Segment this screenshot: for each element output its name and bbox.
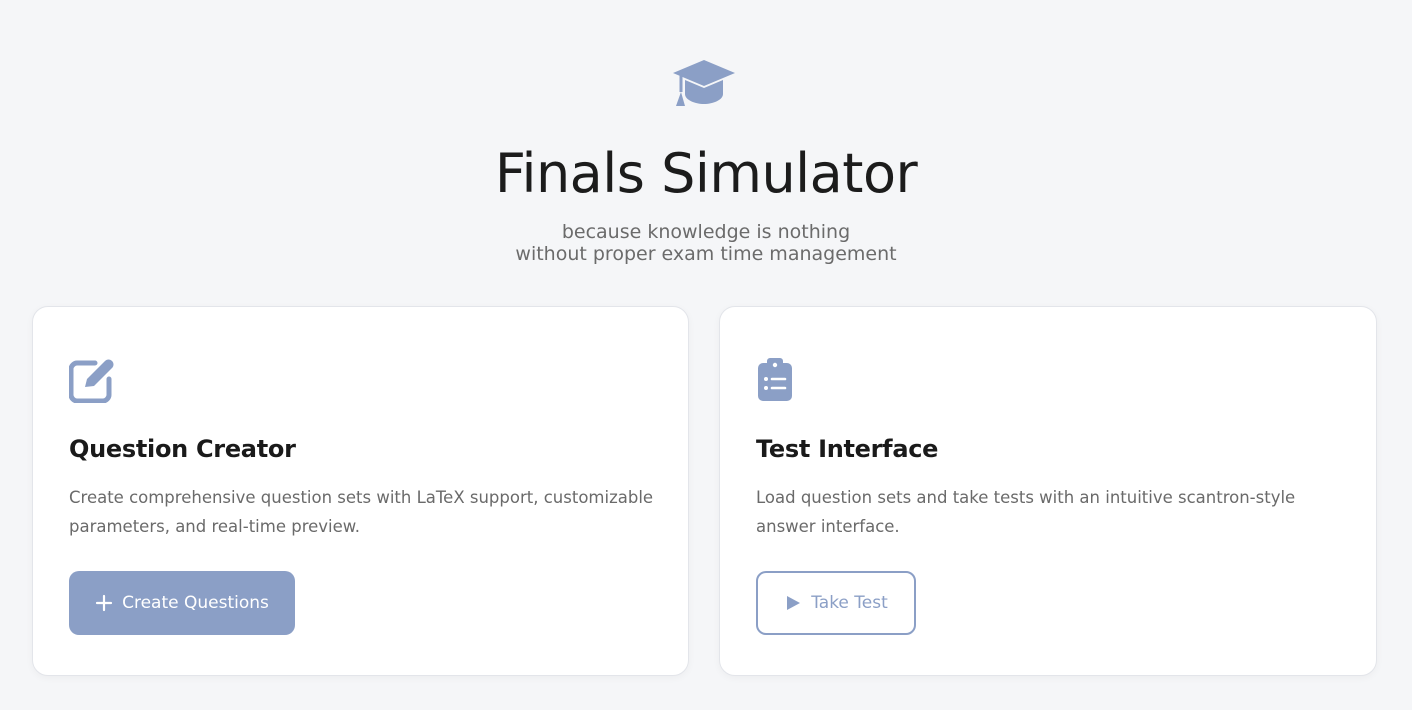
test-interface-card: Test Interface Load question sets and ta… [719,306,1377,676]
edit-icon [69,359,114,403]
page-title: Finals Simulator [494,142,918,205]
page-subtitle: because knowledge is nothing without pro… [0,221,1412,265]
create-questions-label: Create Questions [122,593,269,613]
take-test-button[interactable]: Take Test [756,571,916,635]
card-description: Create comprehensive question sets with … [69,488,654,536]
card-description: Load question sets and take tests with a… [756,488,1296,536]
card-title: Test Interface [756,435,939,463]
clipboard-list-icon [758,358,792,401]
plus-icon [95,594,113,612]
create-questions-button[interactable]: Create Questions [69,571,295,635]
question-creator-card: Question Creator Create comprehensive qu… [32,306,689,676]
take-test-label: Take Test [811,593,888,613]
play-icon [787,596,801,610]
subtitle-line-1: because knowledge is nothing [561,221,851,243]
graduation-cap-icon [673,60,735,106]
subtitle-line-2: without proper exam time management [515,243,897,265]
card-title: Question Creator [69,435,296,463]
